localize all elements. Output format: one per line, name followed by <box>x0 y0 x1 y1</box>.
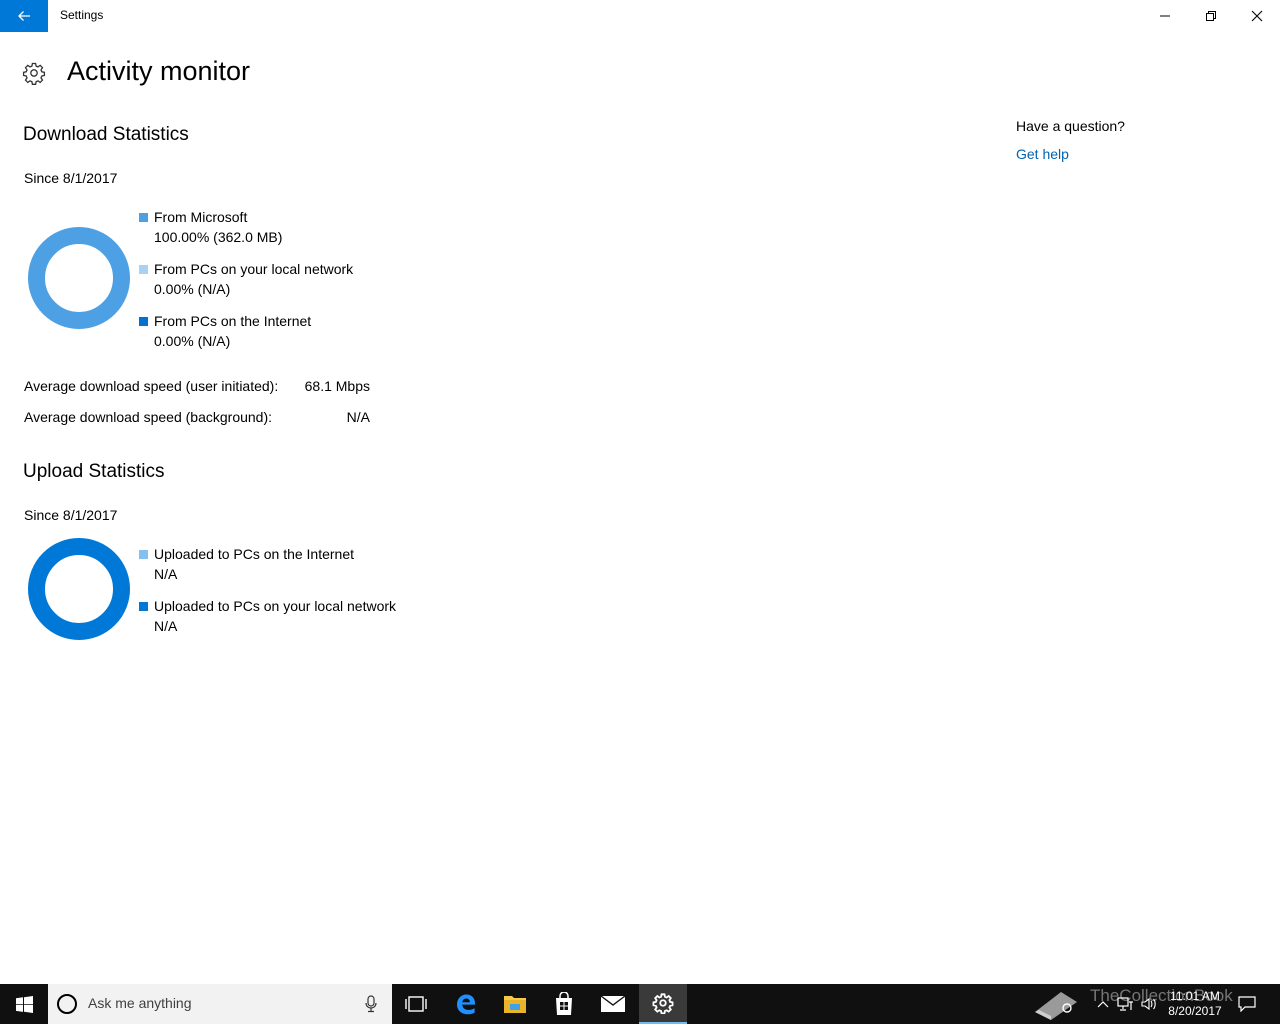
store-button[interactable] <box>540 984 588 1024</box>
minimize-button[interactable] <box>1142 0 1188 32</box>
store-icon <box>556 992 572 1015</box>
start-button[interactable] <box>0 984 48 1024</box>
legend-swatch <box>139 317 148 326</box>
gear-icon <box>22 62 46 85</box>
page-header-icon-wrap <box>22 56 46 90</box>
legend-value: 0.00% (N/A) <box>154 281 231 297</box>
restore-button[interactable] <box>1188 0 1234 32</box>
search-input[interactable] <box>88 995 348 1011</box>
clock-date: 8/20/2017 <box>1168 1004 1222 1018</box>
book-watermark-icon <box>1035 992 1077 1020</box>
legend-label: From Microsoft <box>154 209 248 225</box>
minimize-icon <box>1160 15 1170 17</box>
legend-label: Uploaded to PCs on the Internet <box>154 546 355 562</box>
page-title: Activity monitor <box>67 56 251 86</box>
file-explorer-button[interactable] <box>491 984 539 1024</box>
volume-tray-button[interactable] <box>1138 984 1160 1024</box>
network-icon <box>1117 997 1133 1011</box>
notification-icon <box>1238 996 1256 1012</box>
legend-swatch <box>139 213 148 222</box>
download-donut-chart <box>28 227 130 329</box>
download-donut-ring <box>28 227 130 329</box>
upload-donut-ring <box>28 538 130 640</box>
search-box[interactable] <box>48 984 392 1024</box>
close-icon <box>1251 10 1263 22</box>
task-view-button[interactable] <box>392 984 440 1024</box>
edge-button[interactable] <box>442 984 490 1024</box>
app-title: Settings <box>60 8 104 22</box>
legend-value: 100.00% (362.0 MB) <box>154 229 283 245</box>
upload-statistics-heading: Upload Statistics <box>23 461 165 482</box>
mail-button[interactable] <box>589 984 637 1024</box>
chevron-up-icon <box>1097 1001 1109 1008</box>
avg-download-speed-background: Average download speed (background): <box>24 409 272 425</box>
legend-value: N/A <box>154 618 178 634</box>
legend-label: From PCs on your local network <box>154 261 354 277</box>
mail-icon <box>600 995 626 1012</box>
edge-icon <box>457 994 475 1015</box>
avg-download-speed-user: Average download speed (user initiated): <box>24 378 278 394</box>
show-hidden-icons-button[interactable] <box>1094 984 1112 1024</box>
network-tray-button[interactable] <box>1114 984 1136 1024</box>
settings-icon <box>652 993 674 1014</box>
stat-label: Average download speed (background): <box>24 409 273 425</box>
upload-donut-chart <box>28 538 130 640</box>
settings-taskbar-button[interactable] <box>639 984 687 1024</box>
legend-swatch <box>139 550 148 559</box>
download-statistics-heading: Download Statistics <box>23 124 189 145</box>
back-arrow-icon <box>18 11 30 21</box>
restore-icon <box>1206 11 1216 21</box>
taskbar-clock[interactable]: 11:01 AM 8/20/2017 <box>1158 989 1232 1019</box>
windows-logo-icon <box>15 995 33 1013</box>
cortana-icon <box>57 994 77 1014</box>
download-since-date: Since 8/1/2017 <box>24 170 118 186</box>
title-bar: Settings <box>0 0 1280 32</box>
legend-value: N/A <box>154 566 178 582</box>
close-button[interactable] <box>1234 0 1280 32</box>
taskbar: TheCollectionBook 11:01 AM 8/20/2017 <box>0 984 1280 1024</box>
avg-download-speed-user-value: 68.1 Mbps <box>304 378 370 394</box>
action-center-button[interactable] <box>1234 984 1260 1024</box>
legend-swatch <box>139 602 148 611</box>
upload-since-date: Since 8/1/2017 <box>24 507 118 523</box>
clock-time: 11:01 AM <box>1170 989 1220 1003</box>
file-explorer-icon <box>504 996 526 1013</box>
task-view-icon <box>405 996 427 1012</box>
legend-swatch <box>139 265 148 274</box>
get-help-link[interactable]: Get help <box>1016 146 1069 162</box>
legend-label: Uploaded to PCs on your local network <box>154 598 397 614</box>
legend-label: From PCs on the Internet <box>154 313 312 329</box>
back-button[interactable] <box>0 0 48 32</box>
avg-download-speed-background-value: N/A <box>346 409 370 425</box>
volume-icon <box>1141 997 1156 1011</box>
help-question: Have a question? <box>1016 118 1125 134</box>
legend-value: 0.00% (N/A) <box>154 333 231 349</box>
microphone-icon[interactable] <box>364 995 378 1013</box>
stat-label: Average download speed (user initiated): <box>24 378 279 394</box>
people-tray-button[interactable] <box>1028 984 1084 1024</box>
